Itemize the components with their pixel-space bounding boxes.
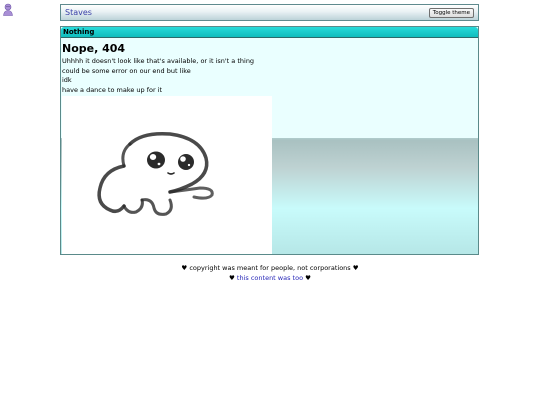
panel-content: Nope, 404 Uhhhh it doesn't look like tha… xyxy=(62,42,272,95)
message-line-2: could be some error on our end but like xyxy=(62,66,191,75)
dancing-creature-image xyxy=(62,96,272,254)
top-navbar: Staves Toggle theme xyxy=(60,4,479,21)
content-license-link[interactable]: this content was too xyxy=(237,274,303,282)
toggle-theme-button[interactable]: Toggle theme xyxy=(428,8,474,18)
footer-heart-right: ♥ xyxy=(305,273,311,282)
corner-avatar-icon[interactable] xyxy=(2,1,14,16)
message-line-4: have a dance to make up for it xyxy=(62,85,163,94)
footer-heart-left: ♥ xyxy=(229,273,235,282)
message-line-1: Uhhhh it doesn't look like that's availa… xyxy=(62,57,255,65)
footer-link-line: ♥ this content was too ♥ xyxy=(0,274,540,284)
panel-title: Nothing xyxy=(63,28,95,36)
not-found-panel: Nothing Nope, 404 Uhhhh it doesn't look … xyxy=(60,26,479,255)
panel-header: Nothing xyxy=(61,27,478,38)
footer-copyright-text: ♥ copyright was meant for people, not co… xyxy=(181,264,359,272)
site-title-link[interactable]: Staves xyxy=(65,8,92,17)
page-footer: ♥ copyright was meant for people, not co… xyxy=(0,264,540,283)
page-heading: Nope, 404 xyxy=(62,42,126,55)
message-line-3: idk xyxy=(62,76,72,84)
